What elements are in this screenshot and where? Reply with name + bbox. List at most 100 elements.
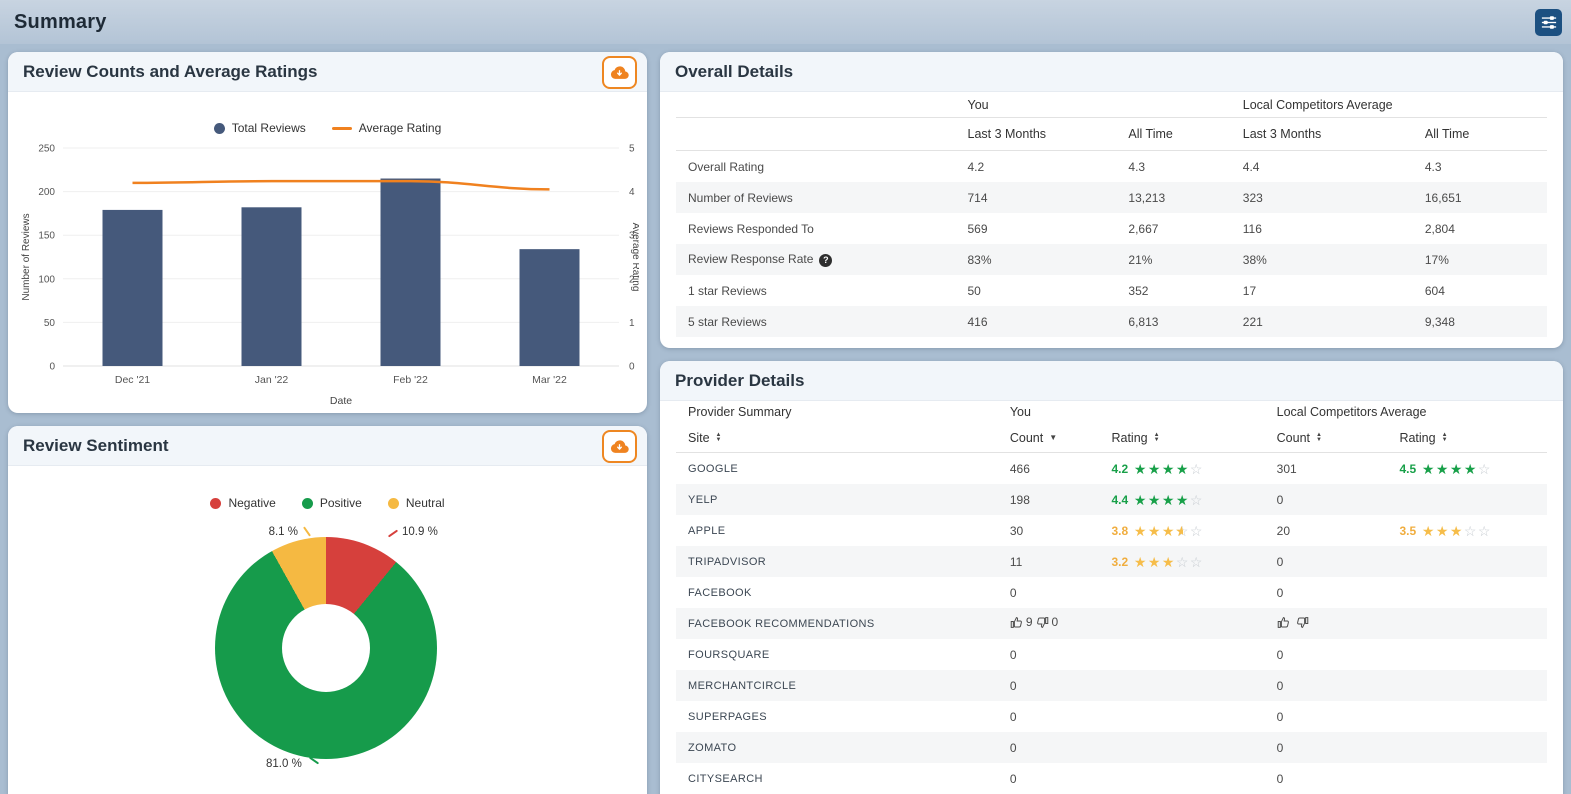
star-icon: ★	[1133, 553, 1147, 570]
cell-value: 116	[1242, 221, 1262, 236]
provider-details-card-header: Provider Details	[660, 361, 1563, 401]
star-icon: ★	[1463, 460, 1477, 477]
cell-value: 2,667	[1128, 221, 1159, 236]
thumbs-rating	[1277, 616, 1312, 629]
svg-text:200: 200	[38, 187, 55, 198]
cell-value: 21%	[1128, 252, 1153, 267]
overall-details-title: Overall Details	[675, 61, 794, 81]
site-name: CITYSEARCH	[688, 772, 763, 785]
column-header: Last 3 Months	[1242, 127, 1322, 141]
star-rating: 4.4 ★ ★ ★ ★ ☆	[1111, 493, 1203, 507]
legend-item-average-rating[interactable]: Average Rating	[331, 118, 441, 138]
review-counts-title: Review Counts and Average Ratings	[23, 61, 318, 81]
legend-item-positive[interactable]: Positive	[301, 494, 362, 512]
star-empty-icon: ☆	[1189, 522, 1203, 539]
site-name: GOOGLE	[688, 462, 739, 475]
cell-value: 13,213	[1128, 190, 1166, 205]
review-sentiment-card: Review Sentiment Negative Positive Neutr…	[8, 426, 647, 794]
table-row: Overall Rating 4.2 4.3 4.4 4.3	[676, 151, 1547, 182]
review-sentiment-card-header: Review Sentiment	[8, 426, 647, 466]
provider-details-card: Provider Details Provider Summary You Loca…	[660, 361, 1563, 794]
rating-value: 4.4	[1111, 492, 1129, 507]
svg-text:Dec '21: Dec '21	[115, 374, 150, 386]
thumb-down-icon	[1296, 616, 1308, 628]
cell-value: 4.4	[1242, 159, 1260, 174]
provider-details-table: Provider Summary You Local Competitors Ave…	[676, 401, 1547, 794]
sentiment-legend: Negative Positive Neutral	[8, 466, 647, 512]
star-icon: ★	[1435, 522, 1449, 539]
cell-value: 16,651	[1424, 190, 1462, 205]
star-icon: ★	[1133, 491, 1147, 508]
star-icon: ★	[1449, 522, 1463, 539]
legend-label: Positive	[319, 496, 362, 510]
star-empty-icon: ☆	[1463, 522, 1477, 539]
sort-header-count[interactable]: Count ▼	[1010, 431, 1112, 445]
column-header: All Time	[1128, 127, 1173, 141]
svg-text:0: 0	[629, 362, 635, 373]
you-rating-cell: 3.2 ★ ★ ★ ☆ ☆	[1111, 555, 1276, 569]
star-rating: 3.2 ★ ★ ★ ☆ ☆	[1111, 555, 1203, 569]
rating-value: 3.2	[1111, 554, 1129, 569]
svg-text:Date: Date	[330, 395, 352, 407]
svg-text:0: 0	[49, 362, 55, 373]
provider-group-header-row: Provider Summary You Local Competitors Ave…	[676, 401, 1547, 423]
column-header: All Time	[1424, 127, 1470, 141]
cell-value: 352	[1128, 283, 1149, 298]
reviews-combo-chart: 0 50 100 150 200 250 0 1 2 3 4 5 Dec '21 Jan '22 Feb '…	[8, 138, 647, 413]
download-chart-button[interactable]	[602, 56, 637, 89]
star-rating: 4.5 ★ ★ ★ ★ ☆	[1399, 462, 1491, 476]
cell-value: 4.3	[1128, 159, 1146, 174]
group-header-you: You	[1009, 405, 1031, 419]
you-count-cell: 0	[1009, 647, 1017, 662]
site-name: FOURSQUARE	[688, 648, 770, 661]
star-empty-icon: ☆	[1175, 553, 1189, 570]
row-label: Overall Rating	[688, 159, 765, 174]
competitors-count-cell: 0	[1276, 647, 1284, 662]
table-row: 5 star Reviews 416 6,813 221 9,348	[676, 306, 1547, 337]
competitors-count-cell: 0	[1276, 771, 1284, 786]
download-sentiment-button[interactable]	[602, 430, 637, 463]
sort-header-rating[interactable]: Rating ▲ ▼	[1111, 431, 1276, 445]
legend-item-negative[interactable]: Negative	[210, 494, 276, 512]
cell-value: 17%	[1424, 252, 1449, 267]
table-row: CITYSEARCH 0 0	[676, 763, 1547, 794]
legend-item-total-reviews[interactable]: Total Reviews	[213, 118, 306, 138]
site-name: FACEBOOK RECOMMENDATIONS	[688, 617, 875, 630]
svg-text:Jan '22: Jan '22	[255, 374, 289, 386]
star-empty-icon: ☆	[1189, 553, 1203, 570]
table-row: Number of Reviews 714 13,213 323 16,651	[676, 182, 1547, 213]
rating-value: 3.5	[1399, 523, 1417, 538]
table-row: YELP 198 4.4 ★ ★ ★ ★ ☆ 0	[676, 484, 1547, 515]
provider-details-title: Provider Details	[675, 370, 805, 390]
group-header-competitors: Local Competitors Average	[1242, 97, 1393, 112]
cell-value: 323	[1242, 190, 1263, 205]
sort-header-count[interactable]: Count ▲ ▼	[1277, 431, 1400, 445]
sort-header-site[interactable]: Site ▲ ▼	[688, 431, 1010, 445]
sort-header-rating[interactable]: Rating ▲ ▼	[1399, 431, 1535, 445]
svg-text:250: 250	[38, 144, 55, 155]
legend-item-neutral[interactable]: Neutral	[387, 494, 445, 512]
cell-value: 4.3	[1424, 159, 1442, 174]
thumbs-down-count: 0	[1051, 615, 1059, 630]
cell-value: 569	[967, 221, 988, 236]
svg-text:50: 50	[44, 318, 56, 329]
star-empty-icon: ☆	[1477, 460, 1491, 477]
topbar: Summary	[0, 0, 1571, 44]
site-name: FACEBOOK	[688, 586, 752, 599]
help-icon[interactable]: ?	[819, 254, 833, 267]
row-label: 1 star Reviews	[688, 283, 767, 298]
star-icon: ★	[1147, 553, 1161, 570]
star-rating: 4.2 ★ ★ ★ ★ ☆	[1111, 462, 1203, 476]
svg-text:4: 4	[629, 187, 635, 198]
filter-button[interactable]	[1535, 9, 1562, 36]
positive-marker	[301, 497, 313, 509]
you-count-cell: 30	[1009, 523, 1024, 538]
table-row: ZOMATO 0 0	[676, 732, 1547, 763]
half-star-icon: ☆ ★	[1175, 522, 1189, 539]
review-sentiment-title: Review Sentiment	[23, 435, 169, 455]
cell-value: 6,813	[1128, 314, 1159, 329]
competitors-rating-cell: 4.5 ★ ★ ★ ★ ☆	[1399, 462, 1535, 476]
sort-both-icon: ▲ ▼	[1441, 431, 1448, 443]
competitors-count-cell: 0	[1276, 678, 1284, 693]
star-icon: ★	[1147, 491, 1161, 508]
